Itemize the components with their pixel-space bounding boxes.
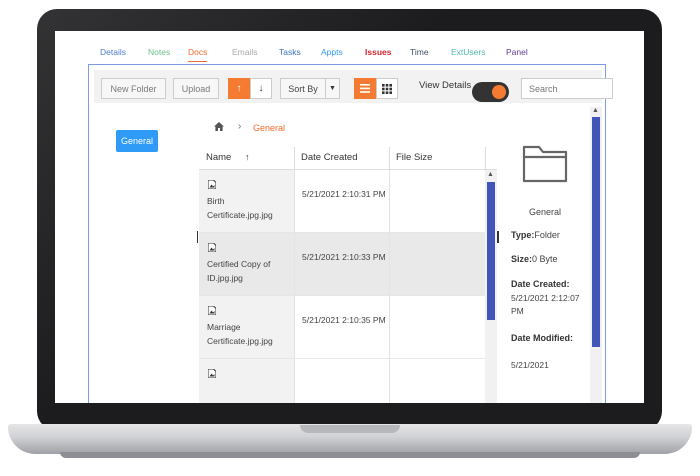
cell-date: 5/21/2021 2:10:31 PM (294, 170, 390, 232)
view-details-toggle[interactable] (472, 82, 509, 102)
laptop-screen: Details Notes Docs Emails Tasks Appts Is… (55, 31, 644, 403)
tab-issues[interactable]: Issues (365, 47, 391, 57)
list-view-button[interactable] (354, 78, 376, 99)
details-pane: General Type:Folder Size:0 Byte Date Cre… (500, 107, 602, 403)
cell-name (199, 359, 294, 403)
list-view-icon (360, 84, 370, 93)
file-name: Birth Certificate.jpg.jpg (207, 196, 273, 220)
sort-arrow-icon: ↑ (245, 152, 250, 162)
table-body: Birth Certificate.jpg.jpg 5/21/2021 2:10… (199, 170, 485, 403)
tab-panel[interactable]: Panel (506, 47, 528, 57)
file-date: 5/21/2021 2:10:31 PM (302, 189, 386, 199)
tab-time[interactable]: Time (410, 47, 429, 57)
tab-extusers[interactable]: ExtUsers (451, 47, 485, 57)
home-icon[interactable] (214, 122, 224, 131)
breadcrumb: › General (199, 107, 497, 148)
laptop-lip (60, 452, 640, 458)
column-divider (389, 147, 390, 169)
tab-details[interactable]: Details (100, 47, 126, 57)
laptop-notch (300, 425, 400, 433)
details-created-label: Date Created: (511, 279, 570, 289)
grid-view-button[interactable] (376, 78, 398, 99)
tree-node-general[interactable]: General (116, 130, 158, 152)
cell-size (389, 296, 485, 358)
scrollbar-thumb[interactable] (592, 117, 600, 347)
cell-date: 5/21/2021 2:10:33 PM (294, 233, 390, 295)
chevron-right-icon: › (238, 121, 242, 132)
upload-button[interactable]: Upload (173, 78, 219, 99)
table-row[interactable]: Certified Copy of ID.jpg.jpg 5/21/2021 2… (199, 233, 485, 296)
table-row[interactable] (199, 359, 485, 403)
tab-appts[interactable]: Appts (321, 47, 343, 57)
file-name: Marriage Certificate.jpg.jpg (207, 322, 273, 346)
details-type-value: Folder (534, 230, 560, 240)
toggle-knob (492, 85, 506, 99)
new-folder-button[interactable]: New Folder (101, 78, 166, 99)
table-row[interactable]: Marriage Certificate.jpg.jpg 5/21/2021 2… (199, 296, 485, 359)
image-file-icon (208, 243, 216, 252)
image-file-icon (208, 180, 216, 189)
cell-date (294, 359, 390, 403)
cell-size (389, 170, 485, 232)
file-manager: New Folder Upload ↑ ↓ Sort By ▼ View Det… (88, 64, 613, 403)
tab-emails[interactable]: Emails (232, 47, 258, 57)
file-list: › General Name ↑ Date Created File Size … (199, 107, 497, 403)
table-row[interactable]: Birth Certificate.jpg.jpg 5/21/2021 2:10… (199, 170, 485, 233)
details-created-value: 5/21/2021 2:12:07 PM (511, 293, 580, 316)
scroll-up-icon[interactable]: ▲ (592, 107, 599, 114)
tab-docs[interactable]: Docs (188, 47, 208, 62)
folder-icon (522, 145, 568, 183)
file-date: 5/21/2021 2:10:33 PM (302, 252, 386, 262)
column-file-size[interactable]: File Size (396, 152, 432, 163)
breadcrumb-current[interactable]: General (253, 123, 285, 133)
left-splitter[interactable] (197, 231, 198, 243)
details-folder-name: General (528, 207, 562, 217)
details-type-label: Type: (511, 230, 535, 240)
details-size-value: 0 Byte (532, 254, 558, 264)
file-date: 5/21/2021 2:10:35 PM (302, 315, 386, 325)
sort-ascending-button[interactable]: ↑ (228, 78, 250, 99)
file-list-scrollbar[interactable]: ▲ ▼ (485, 170, 497, 403)
sort-descending-button[interactable]: ↓ (250, 78, 272, 99)
details-size-label: Size: (511, 254, 533, 264)
cell-date: 5/21/2021 2:10:35 PM (294, 296, 390, 358)
cell-name: Birth Certificate.jpg.jpg (199, 170, 294, 232)
sort-by-dropdown-icon[interactable]: ▼ (325, 78, 340, 99)
scrollbar-thumb[interactable] (487, 182, 495, 320)
image-file-icon (208, 369, 216, 378)
scroll-up-icon[interactable]: ▲ (487, 171, 494, 178)
file-name: Certified Copy of ID.jpg.jpg (207, 259, 271, 283)
details-size: Size:0 Byte (511, 254, 558, 264)
search-input[interactable] (521, 78, 613, 99)
cell-size (389, 233, 485, 295)
grid-view-icon (382, 83, 392, 94)
cell-name: Marriage Certificate.jpg.jpg (199, 296, 294, 358)
table-header: Name ↑ Date Created File Size (199, 147, 497, 170)
column-name[interactable]: Name (206, 152, 231, 163)
right-splitter[interactable] (497, 231, 499, 243)
column-divider (485, 147, 486, 169)
cell-name: Certified Copy of ID.jpg.jpg (199, 233, 294, 295)
tab-bar: Details Notes Docs Emails Tasks Appts Is… (55, 31, 644, 63)
details-modified-value: 5/21/2021 (511, 360, 549, 370)
details-scrollbar[interactable]: ▲ ▼ (590, 107, 602, 403)
view-details-label: View Details (419, 80, 472, 91)
tab-notes[interactable]: Notes (148, 47, 170, 57)
cell-size (389, 359, 485, 403)
image-file-icon (208, 306, 216, 315)
folder-tree: General (94, 107, 198, 403)
details-type: Type:Folder (511, 230, 560, 240)
tab-tasks[interactable]: Tasks (279, 47, 301, 57)
sort-by-button[interactable]: Sort By (280, 78, 326, 99)
toolbar: New Folder Upload ↑ ↓ Sort By ▼ View Det… (94, 70, 613, 103)
details-modified-label: Date Modified: (511, 333, 573, 343)
column-divider (294, 147, 295, 169)
column-date-created[interactable]: Date Created (301, 152, 358, 163)
